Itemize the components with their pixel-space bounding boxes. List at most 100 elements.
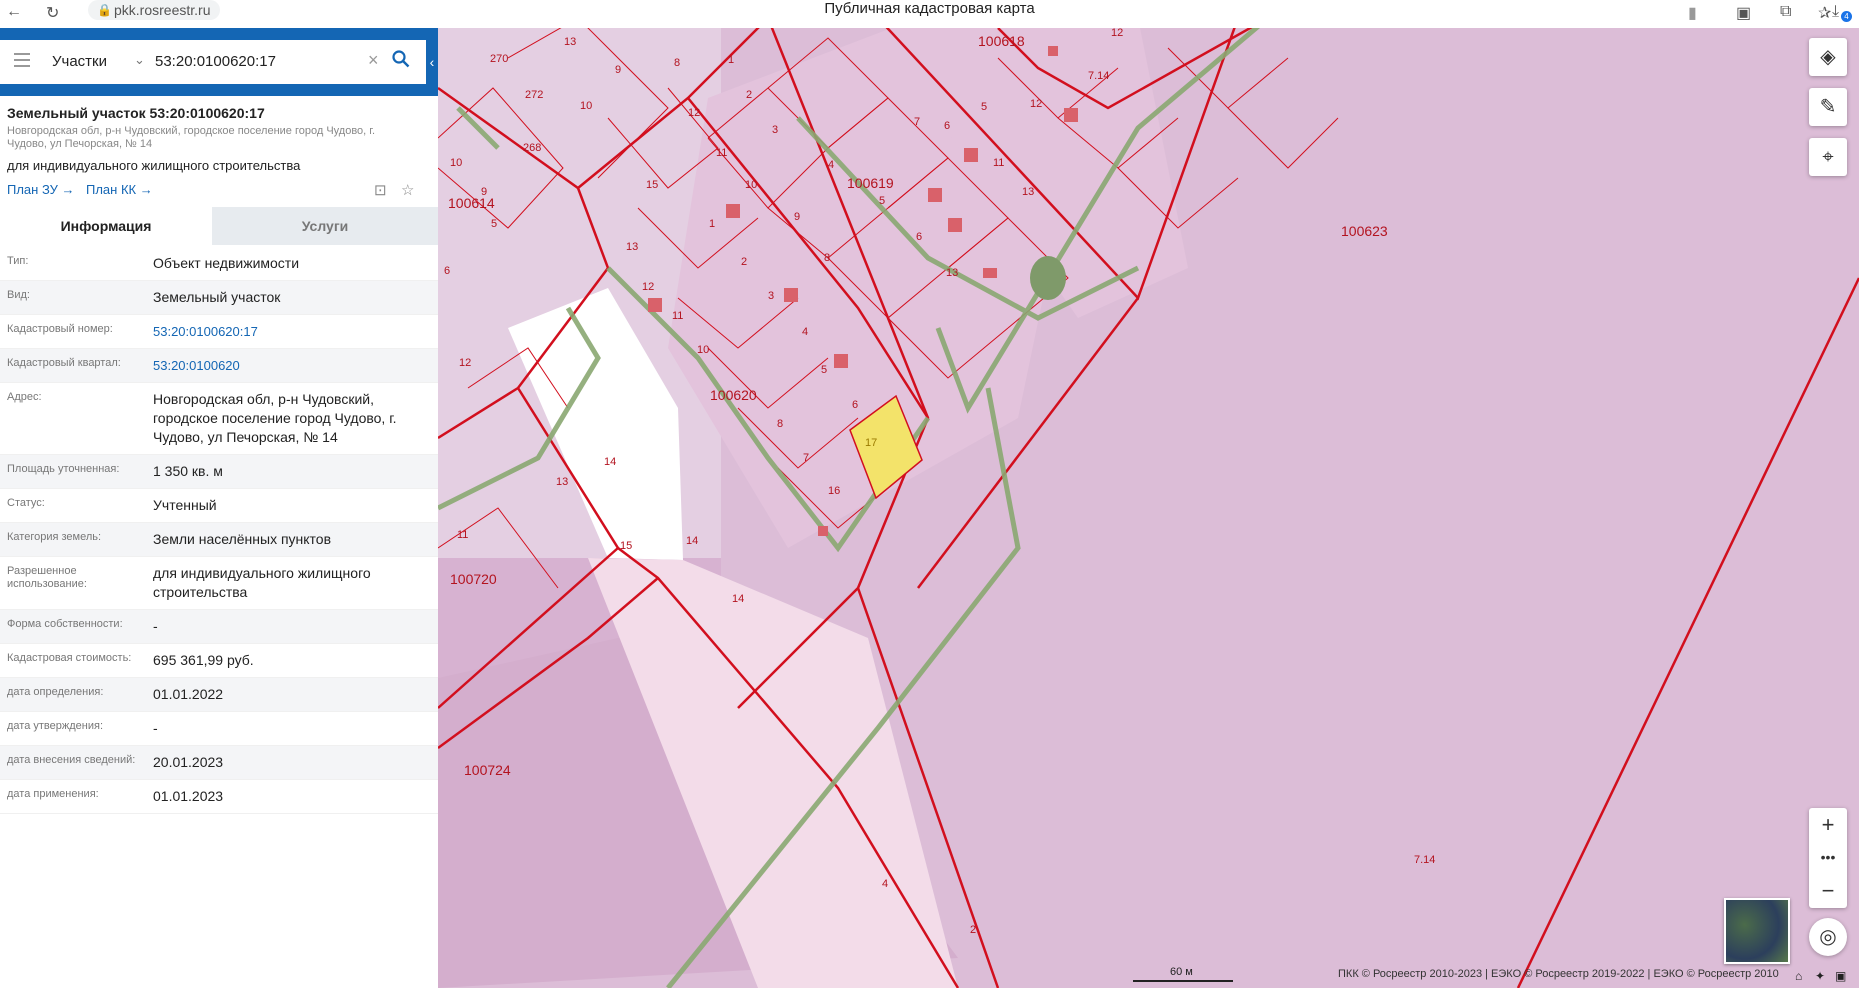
layers-button[interactable]: ◈ (1809, 38, 1847, 76)
svg-text:11: 11 (716, 147, 727, 159)
map-canvas[interactable]: 100618 100619 100620 100614 100623 10072… (438, 28, 1859, 988)
zoom-out-button[interactable]: − (1809, 874, 1847, 907)
info-label: Адрес: (7, 391, 42, 403)
category-select[interactable]: Участки (52, 53, 107, 70)
info-value: для индивидуального жилищного строительс… (153, 565, 371, 600)
quarter-label-100623: 100623 (1341, 223, 1388, 239)
info-table: Тип: Объект недвижимости Вид: Земельный уч… (0, 247, 438, 814)
info-row: дата утверждения: - (0, 712, 438, 746)
info-value: Новгородская обл, р-н Чудовский, городск… (153, 391, 397, 445)
svg-text:268: 268 (523, 142, 541, 154)
zoom-to-object-icon[interactable]: ⊡ (374, 181, 387, 199)
info-value: Земельный участок (153, 289, 281, 305)
svg-text:4: 4 (828, 159, 834, 171)
browser-toolbar: ← ↻ 🔒 pkk.rosreestr.ru Публичная кадастр… (0, 0, 1859, 29)
info-value: 01.01.2023 (153, 788, 224, 804)
svg-text:6: 6 (852, 399, 858, 411)
svg-text:13: 13 (626, 241, 638, 253)
tab-info[interactable]: Информация (0, 207, 212, 245)
collections-icon[interactable]: ⧉ (1780, 3, 1791, 21)
favorites-icon[interactable]: ✰ (1818, 3, 1831, 23)
quarter-label-100724: 100724 (464, 762, 511, 778)
menu-icon[interactable] (14, 53, 30, 71)
svg-text:17: 17 (865, 437, 877, 449)
quarter-label-100618: 100618 (978, 33, 1025, 49)
plan-zu-link[interactable]: План ЗУ → (7, 182, 75, 197)
svg-text:8: 8 (777, 418, 783, 430)
svg-text:11: 11 (672, 310, 683, 322)
info-label: Кадастровый номер: (7, 323, 113, 335)
zoom-in-button[interactable]: + (1809, 808, 1847, 841)
clear-icon[interactable]: × (368, 50, 379, 71)
svg-text:12: 12 (642, 281, 654, 293)
address-bar[interactable]: 🔒 pkk.rosreestr.ru (88, 0, 221, 20)
info-label: Форма собственности: (7, 618, 123, 630)
info-row: Кадастровый номер: 53:20:0100620:17 (0, 315, 438, 349)
svg-text:11: 11 (993, 157, 1004, 169)
bookmark-icon[interactable]: ▮ (1688, 3, 1697, 23)
svg-text:8: 8 (674, 57, 680, 69)
svg-text:1: 1 (728, 54, 734, 66)
info-row: Кадастровая стоимость: 695 361,99 руб. (0, 644, 438, 678)
svg-text:13: 13 (556, 476, 568, 488)
url-text: pkk.rosreestr.ru (114, 2, 211, 18)
download-icon[interactable]: ⤓ (1832, 3, 1839, 21)
info-row: Вид: Земельный участок (0, 281, 438, 315)
compass-button[interactable]: ◎ (1809, 918, 1847, 956)
svg-text:1: 1 (709, 218, 715, 230)
collapse-panel-button[interactable]: ‹ (426, 40, 438, 84)
svg-text:6: 6 (444, 265, 450, 277)
info-value: Земли населённых пунктов (153, 531, 332, 547)
svg-text:7.14: 7.14 (1088, 70, 1109, 82)
locate-button[interactable]: ⌖ (1809, 138, 1847, 176)
svg-text:13: 13 (1022, 186, 1034, 198)
svg-text:4: 4 (802, 326, 808, 338)
info-label: дата внесения сведений: (7, 754, 136, 766)
info-row: дата внесения сведений: 20.01.2023 (0, 746, 438, 780)
tab-services[interactable]: Услуги (212, 207, 438, 245)
svg-text:11: 11 (457, 529, 468, 541)
info-row: Разрешенное использование: для индивидуал… (0, 557, 438, 610)
info-row: Адрес: Новгородская обл, р-н Чудовский, г… (0, 383, 438, 455)
svg-text:8: 8 (824, 252, 830, 264)
svg-text:2: 2 (741, 256, 747, 268)
svg-text:6: 6 (944, 120, 950, 132)
quarter-label-100619: 100619 (847, 175, 894, 191)
info-value: Учтенный (153, 497, 217, 513)
svg-text:4: 4 (882, 878, 888, 890)
svg-text:270: 270 (490, 53, 508, 65)
info-row: Форма собственности: - (0, 610, 438, 644)
pin-icon[interactable]: ✦ (1815, 969, 1825, 983)
satellite-minimap[interactable] (1724, 898, 1790, 964)
measure-button[interactable]: ✎ (1809, 88, 1847, 126)
info-row: Статус: Учтенный (0, 489, 438, 523)
page-title: Публичная кадастровая карта (824, 0, 1035, 17)
svg-text:10: 10 (697, 344, 709, 356)
cadastral-number-link[interactable]: 53:20:0100620:17 (153, 315, 438, 348)
back-icon[interactable]: ← (6, 3, 22, 21)
info-row: Категория земель: Земли населённых пункто… (0, 523, 438, 557)
search-input[interactable] (155, 50, 355, 72)
cadastral-map[interactable]: 100618 100619 100620 100614 100623 10072… (438, 28, 1859, 988)
star-icon[interactable]: ☆ (401, 181, 414, 199)
extension-icon[interactable]: ▣ (1736, 3, 1751, 23)
info-label: дата определения: (7, 686, 104, 698)
svg-text:14: 14 (732, 593, 744, 605)
svg-text:15: 15 (646, 179, 658, 191)
reload-icon[interactable]: ↻ (46, 3, 59, 23)
cadastral-quarter-link[interactable]: 53:20:0100620 (153, 349, 438, 382)
info-row: дата применения: 01.01.2023 (0, 780, 438, 814)
info-value: 695 361,99 руб. (153, 652, 254, 668)
chevron-down-icon[interactable]: ⌄ (134, 52, 145, 68)
search-icon[interactable] (392, 50, 410, 73)
info-row: дата определения: 01.01.2022 (0, 678, 438, 712)
plan-kk-link[interactable]: План КК → (86, 182, 153, 197)
svg-text:5: 5 (981, 101, 987, 113)
zoom-more-button[interactable]: ••• (1809, 841, 1847, 874)
info-label: дата применения: (7, 788, 99, 800)
info-value: 1 350 кв. м (153, 463, 223, 479)
svg-text:7: 7 (914, 116, 920, 128)
scale-label: 60 м (1170, 966, 1193, 978)
home-icon[interactable]: ⌂ (1795, 969, 1802, 983)
fullscreen-icon[interactable]: ▣ (1835, 969, 1846, 983)
